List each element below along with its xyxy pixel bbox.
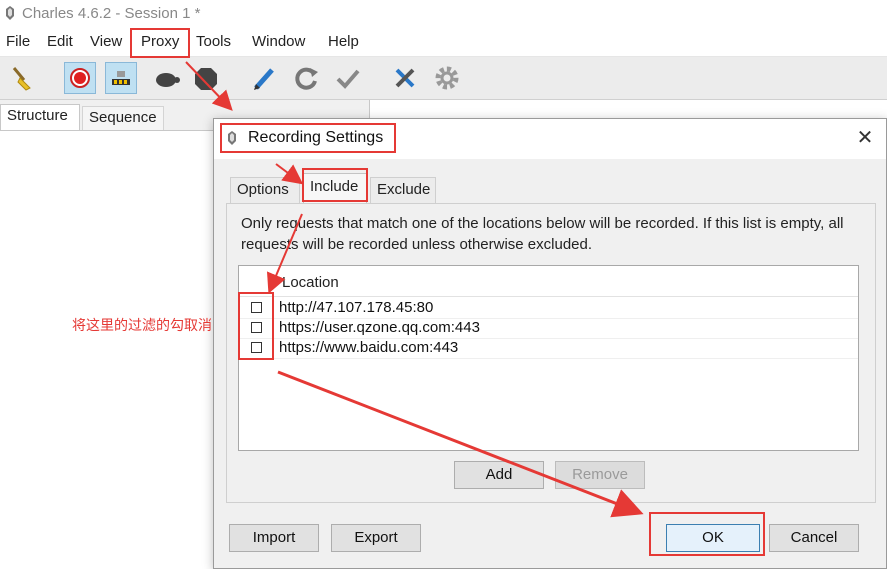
arrow-to-include-tab: [275, 163, 304, 185]
arrow-to-checkboxes: [266, 213, 303, 294]
annotation-arrows: [185, 61, 644, 518]
arrow-to-ok-button: [277, 370, 644, 518]
arrow-proxy-to-dialog: [185, 61, 233, 111]
